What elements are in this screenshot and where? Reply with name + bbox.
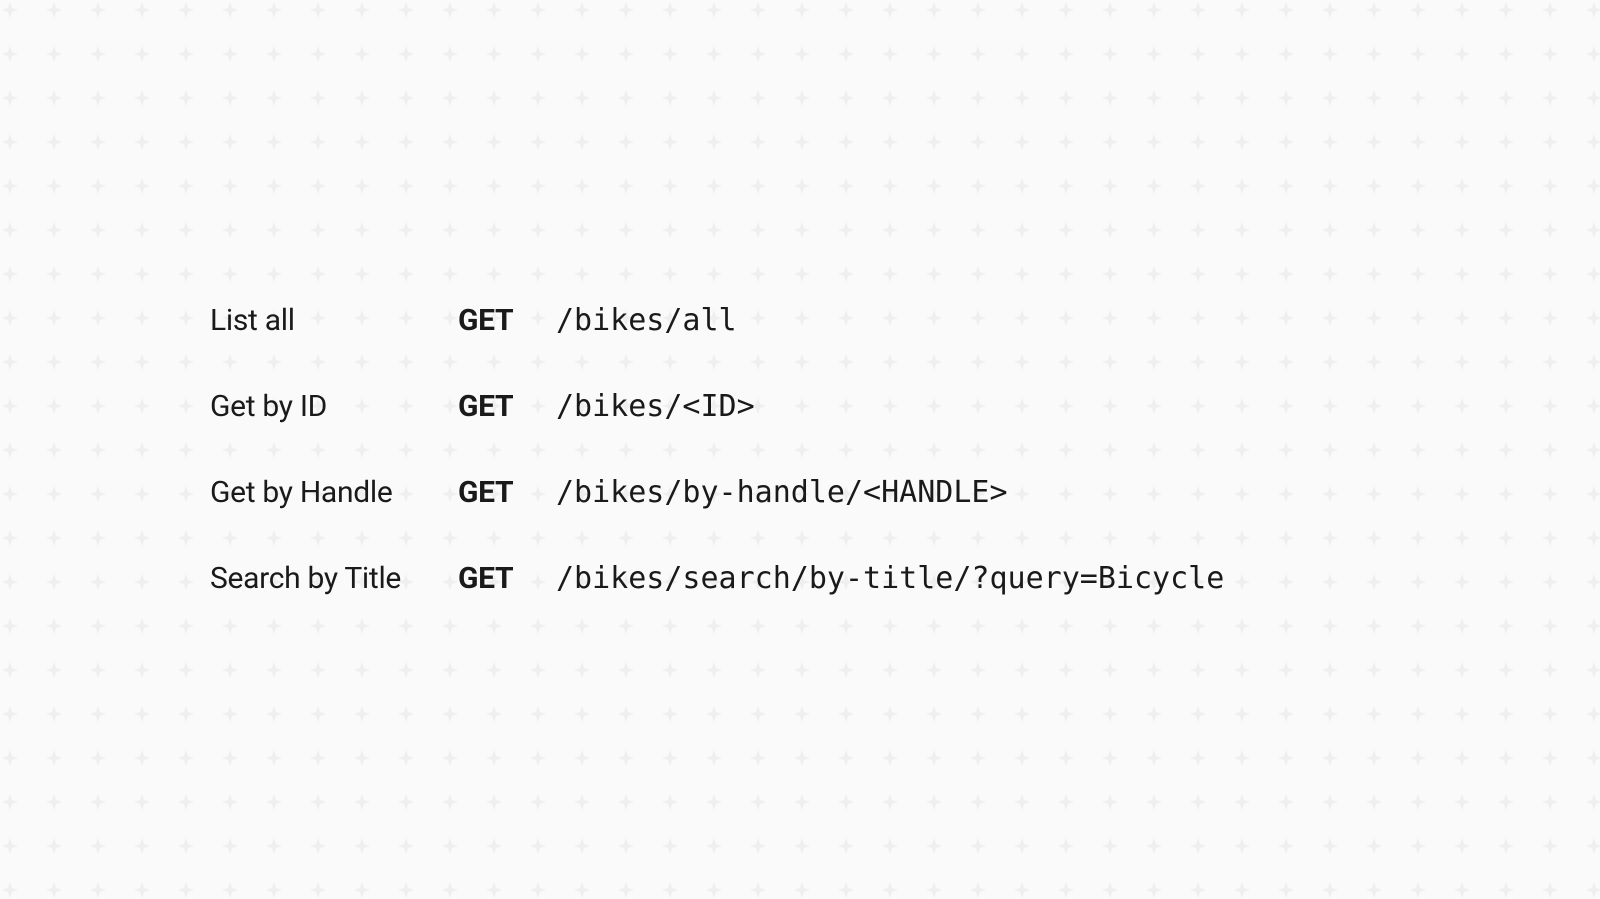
endpoint-path: /bikes/search/by-title/?query=Bicycle bbox=[556, 561, 1224, 597]
endpoint-method: GET bbox=[458, 561, 556, 597]
endpoint-method: GET bbox=[458, 303, 556, 339]
endpoint-label: List all bbox=[210, 303, 458, 339]
endpoint-path: /bikes/all bbox=[556, 303, 737, 339]
endpoint-label: Get by Handle bbox=[210, 475, 458, 511]
endpoint-row: Search by Title GET /bikes/search/by-tit… bbox=[210, 561, 1600, 597]
endpoint-method: GET bbox=[458, 389, 556, 425]
endpoint-row: Get by Handle GET /bikes/by-handle/<HAND… bbox=[210, 475, 1600, 511]
endpoint-path: /bikes/by-handle/<HANDLE> bbox=[556, 475, 1008, 511]
endpoint-label: Get by ID bbox=[210, 389, 458, 425]
endpoint-path: /bikes/<ID> bbox=[556, 389, 755, 425]
endpoint-label: Search by Title bbox=[210, 561, 458, 597]
endpoint-row: Get by ID GET /bikes/<ID> bbox=[210, 389, 1600, 425]
endpoints-list: List all GET /bikes/all Get by ID GET /b… bbox=[0, 0, 1600, 899]
endpoint-method: GET bbox=[458, 475, 556, 511]
endpoint-row: List all GET /bikes/all bbox=[210, 303, 1600, 339]
